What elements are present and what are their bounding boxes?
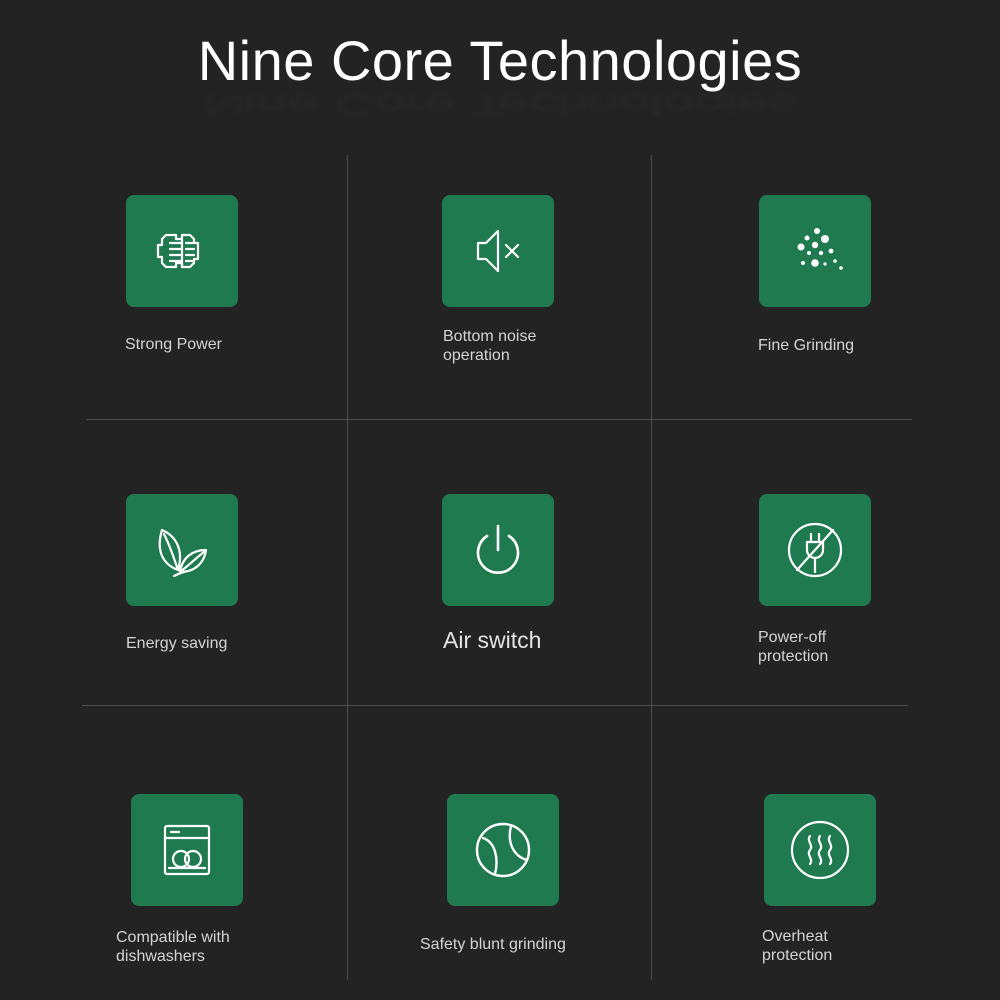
feature-label-energy-saving: Energy saving [126, 635, 228, 652]
grid-divider-horizontal-1 [86, 419, 912, 420]
feature-tile-strong-power [126, 195, 238, 307]
feature-tile-dishwasher [131, 794, 243, 906]
feature-tile-fine-grinding [759, 195, 871, 307]
feature-label-bottom-noise: Bottom noise operation [443, 328, 537, 364]
feature-label-air-switch: Air switch [443, 627, 542, 653]
leaf-icon [158, 528, 208, 578]
dishwasher-icon [163, 824, 211, 876]
feature-tile-bottom-noise [442, 195, 554, 307]
feature-label-power-off-protection: Power-off protection [758, 629, 829, 665]
power-icon [476, 524, 520, 574]
mute-icon [476, 229, 520, 273]
page-title: Nine Core Technologies [197, 29, 803, 92]
grid-divider-horizontal-2 [82, 705, 908, 706]
no-plug-icon [787, 522, 843, 578]
ball-icon [475, 822, 531, 878]
feature-label-safety-blunt: Safety blunt grinding [420, 936, 566, 953]
motor-icon [156, 233, 200, 269]
feature-tile-safety-blunt [447, 794, 559, 906]
feature-label-dishwasher: Compatible with dishwashers [116, 929, 230, 965]
grid-divider-vertical-1 [347, 155, 348, 980]
feature-label-overheat-protection: Overheat protection [762, 928, 833, 964]
particles-icon [797, 228, 843, 270]
feature-tile-overheat-protection [764, 794, 876, 906]
heat-icon [790, 820, 850, 880]
feature-tile-power-off-protection [759, 494, 871, 606]
grid-divider-vertical-2 [651, 155, 652, 980]
feature-tile-air-switch [442, 494, 554, 606]
feature-label-fine-grinding: Fine Grinding [758, 337, 855, 354]
feature-tile-energy-saving [126, 494, 238, 606]
feature-label-strong-power: Strong Power [125, 336, 222, 353]
